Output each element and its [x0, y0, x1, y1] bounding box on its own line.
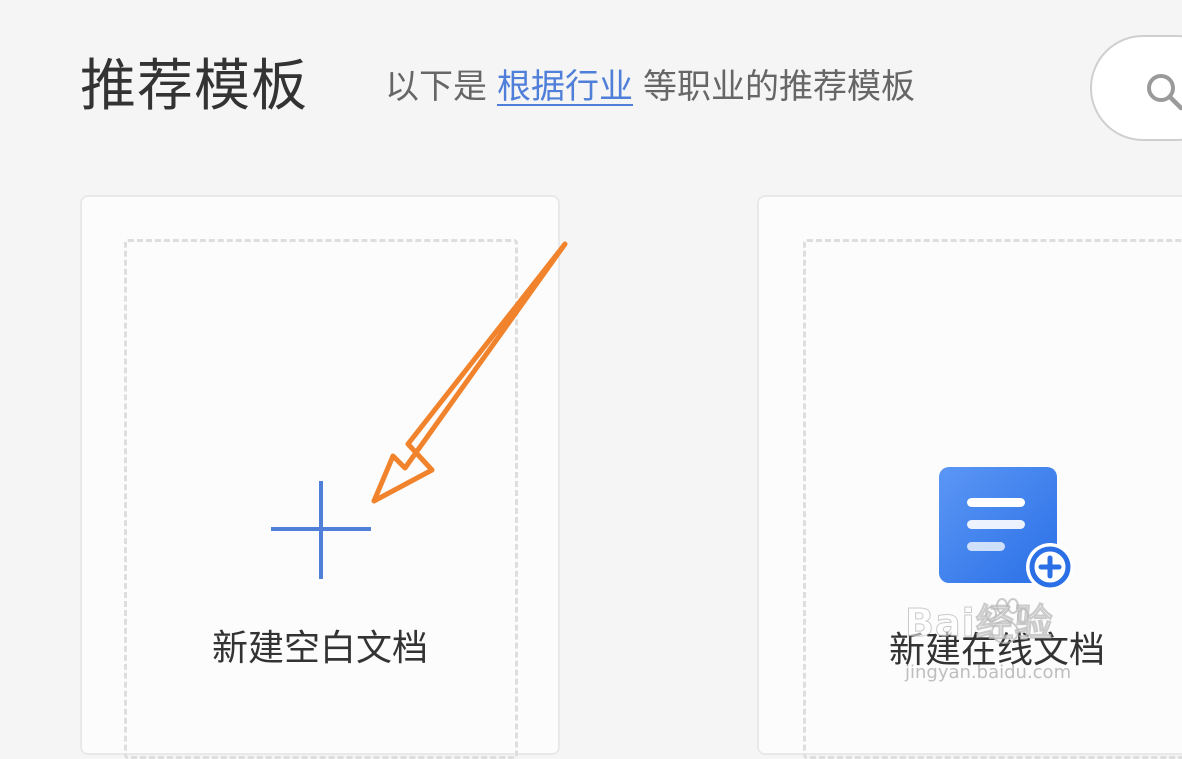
subtitle-prefix: 以下是 — [385, 67, 487, 107]
new-blank-document-card[interactable]: 新建空白文档 — [80, 195, 560, 759]
new-blank-document-label: 新建空白文档 — [211, 628, 428, 669]
plus-icon — [271, 481, 371, 579]
subtitle-suffix: 等职业的推荐模板 — [643, 67, 915, 107]
search-icon — [1147, 74, 1182, 111]
page-title: 推荐模板 — [80, 54, 308, 119]
doc-plus-icon — [939, 467, 1074, 591]
industry-link[interactable]: 根据行业 — [497, 67, 633, 107]
search-button[interactable] — [1090, 35, 1182, 141]
new-online-document-label: 新建在线文档 — [888, 630, 1105, 671]
new-online-document-card[interactable]: 新建在线文档 — [757, 195, 1182, 759]
page-subtitle: 以下是 根据行业 等职业的推荐模板 — [385, 66, 915, 108]
